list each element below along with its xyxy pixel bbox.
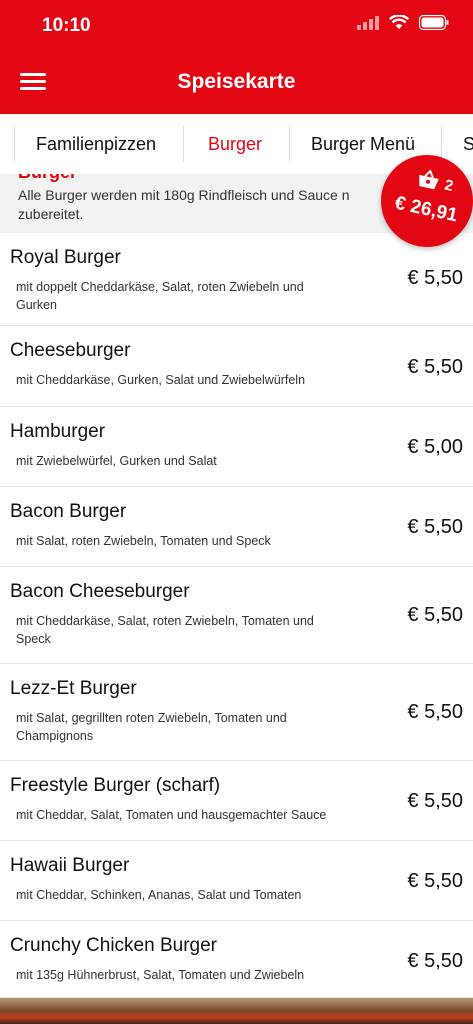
item-name: Royal Burger	[10, 247, 121, 268]
item-name: Freestyle Burger (scharf)	[10, 775, 221, 796]
item-price: € 5,50	[407, 870, 463, 892]
status-icons	[357, 15, 449, 30]
wifi-icon	[389, 15, 409, 29]
cart-count: 2	[442, 176, 455, 195]
status-time: 10:10	[42, 15, 91, 36]
list-item[interactable]: Hawaii Burger mit Cheddar, Schinken, Ana…	[0, 841, 473, 921]
tab-divider	[14, 126, 15, 162]
list-item[interactable]: Hamburger mit Zwiebelwürfel, Gurken und …	[0, 407, 473, 487]
item-description: mit Cheddar, Salat, Tomaten und hausgema…	[16, 808, 327, 822]
category-image	[0, 998, 473, 1024]
item-description: mit doppelt Cheddarkäse, Salat, roten Zw…	[16, 280, 304, 312]
item-description: mit Cheddarkäse, Salat, roten Zwiebeln, …	[16, 614, 314, 646]
section-title: Burger	[18, 174, 77, 183]
list-item[interactable]: Royal Burger mit doppelt Cheddarkäse, Sa…	[0, 233, 473, 326]
item-price: € 5,50	[407, 604, 463, 626]
tab-burger[interactable]: Burger	[208, 114, 262, 174]
page-title: Speisekarte	[177, 70, 296, 93]
item-price: € 5,50	[407, 950, 463, 972]
item-price: € 5,50	[407, 356, 463, 378]
shopping-basket-icon	[419, 170, 439, 190]
tab-divider	[183, 126, 184, 162]
menu-list: Royal Burger mit doppelt Cheddarkäse, Sa…	[0, 233, 473, 998]
list-item[interactable]: Freestyle Burger (scharf) mit Cheddar, S…	[0, 761, 473, 841]
item-name: Crunchy Chicken Burger	[10, 935, 217, 956]
item-description: mit Cheddarkäse, Gurken, Salat und Zwieb…	[16, 373, 306, 387]
item-description: mit Salat, roten Zwiebeln, Tomaten und S…	[16, 534, 271, 548]
status-bar: 10:10	[0, 0, 473, 52]
item-price: € 5,50	[407, 267, 463, 289]
list-item[interactable]: Bacon Cheeseburger mit Cheddarkäse, Sala…	[0, 567, 473, 664]
item-name: Lezz-Et Burger	[10, 678, 137, 699]
item-price: € 5,50	[407, 516, 463, 538]
signal-icon	[357, 15, 379, 30]
list-item[interactable]: Bacon Burger mit Salat, roten Zwiebeln, …	[0, 487, 473, 567]
item-description: mit 135g Hühnerbrust, Salat, Tomaten und…	[16, 968, 305, 982]
app-bar: Speisekarte	[0, 52, 473, 114]
battery-icon	[419, 15, 449, 30]
section-description: Alle Burger werden mit 180g Rindfleisch …	[18, 187, 350, 222]
item-name: Bacon Cheeseburger	[10, 581, 190, 602]
cart-button[interactable]: 2 € 26,91	[381, 155, 473, 247]
item-price: € 5,50	[407, 790, 463, 812]
tab-divider	[289, 126, 290, 162]
item-name: Hawaii Burger	[10, 855, 130, 876]
cart-total: € 26,91	[393, 192, 460, 227]
item-name: Cheeseburger	[10, 340, 131, 361]
item-price: € 5,00	[407, 436, 463, 458]
item-description: mit Cheddar, Schinken, Ananas, Salat und…	[16, 888, 302, 902]
item-description: mit Salat, gegrillten roten Zwiebeln, To…	[16, 711, 287, 743]
list-item[interactable]: Lezz-Et Burger mit Salat, gegrillten rot…	[0, 664, 473, 761]
list-item[interactable]: Crunchy Chicken Burger mit 135g Hühnerbr…	[0, 921, 473, 998]
item-name: Hamburger	[10, 421, 106, 442]
item-name: Bacon Burger	[10, 501, 127, 522]
list-item[interactable]: Cheeseburger mit Cheddarkäse, Gurken, Sa…	[0, 326, 473, 407]
item-price: € 5,50	[407, 701, 463, 723]
tab-familienpizzen[interactable]: Familienpizzen	[36, 114, 156, 174]
item-description: mit Zwiebelwürfel, Gurken und Salat	[16, 454, 217, 468]
